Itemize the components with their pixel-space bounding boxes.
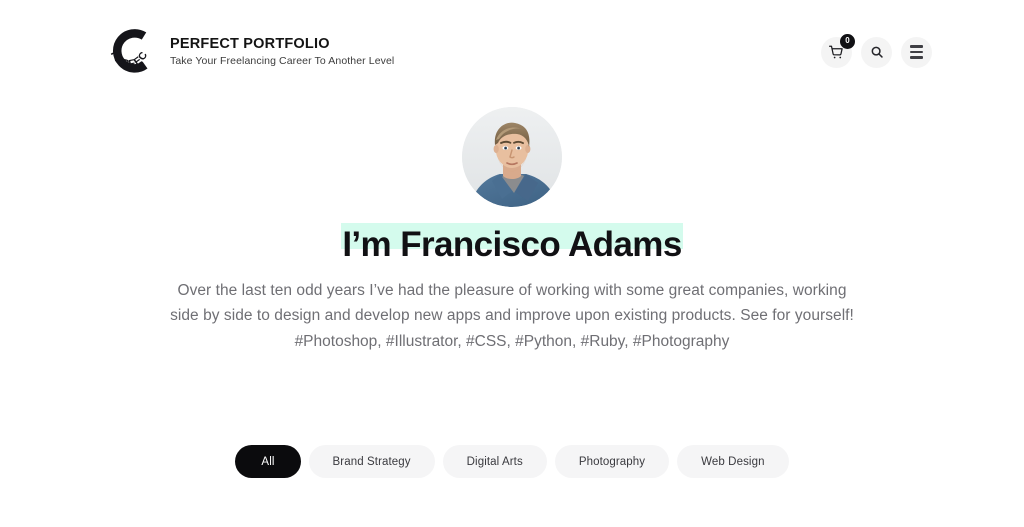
cart-button[interactable]: 0 xyxy=(821,33,855,68)
portfolio-filter-bar: All Brand Strategy Digital Arts Photogra… xyxy=(0,445,1024,478)
filter-web-design[interactable]: Web Design xyxy=(677,445,789,478)
page-title: I’m Francisco Adams xyxy=(341,223,683,264)
menu-button[interactable] xyxy=(901,36,932,68)
filter-digital-arts[interactable]: Digital Arts xyxy=(442,445,547,478)
header-actions: 0 xyxy=(821,33,932,68)
hero-tags: #Photoshop, #Illustrator, #CSS, #Python,… xyxy=(294,332,730,350)
cart-badge-count: 0 xyxy=(840,33,855,49)
hamburger-menu-icon xyxy=(910,45,923,59)
filter-brand-strategy[interactable]: Brand Strategy xyxy=(308,445,435,478)
page-title-text: I’m Francisco Adams xyxy=(342,225,682,264)
brand-title: PERFECT PORTFOLIO xyxy=(170,35,330,52)
site-header: PERFECT PERFECT PORTFOLIO Take Your Free… xyxy=(0,0,1024,104)
brand-tagline: Take Your Freelancing Career To Another … xyxy=(170,54,395,67)
search-icon xyxy=(870,45,884,59)
brand-text-block: PERFECT PORTFOLIO Take Your Freelancing … xyxy=(170,36,394,68)
filter-photography[interactable]: Photography xyxy=(554,445,670,478)
svg-text:PERFECT: PERFECT xyxy=(100,23,151,70)
hero-description: Over the last ten odd years I’ve had the… xyxy=(170,281,854,325)
avatar xyxy=(462,107,562,207)
hero-section: I’m Francisco Adams Over the last ten od… xyxy=(0,104,1024,354)
search-button[interactable] xyxy=(861,36,892,68)
filter-all[interactable]: All xyxy=(235,445,301,478)
brand-logo-group[interactable]: PERFECT PERFECT PORTFOLIO Take Your Free… xyxy=(100,23,394,81)
perfect-circular-logo-icon: PERFECT xyxy=(100,23,158,81)
